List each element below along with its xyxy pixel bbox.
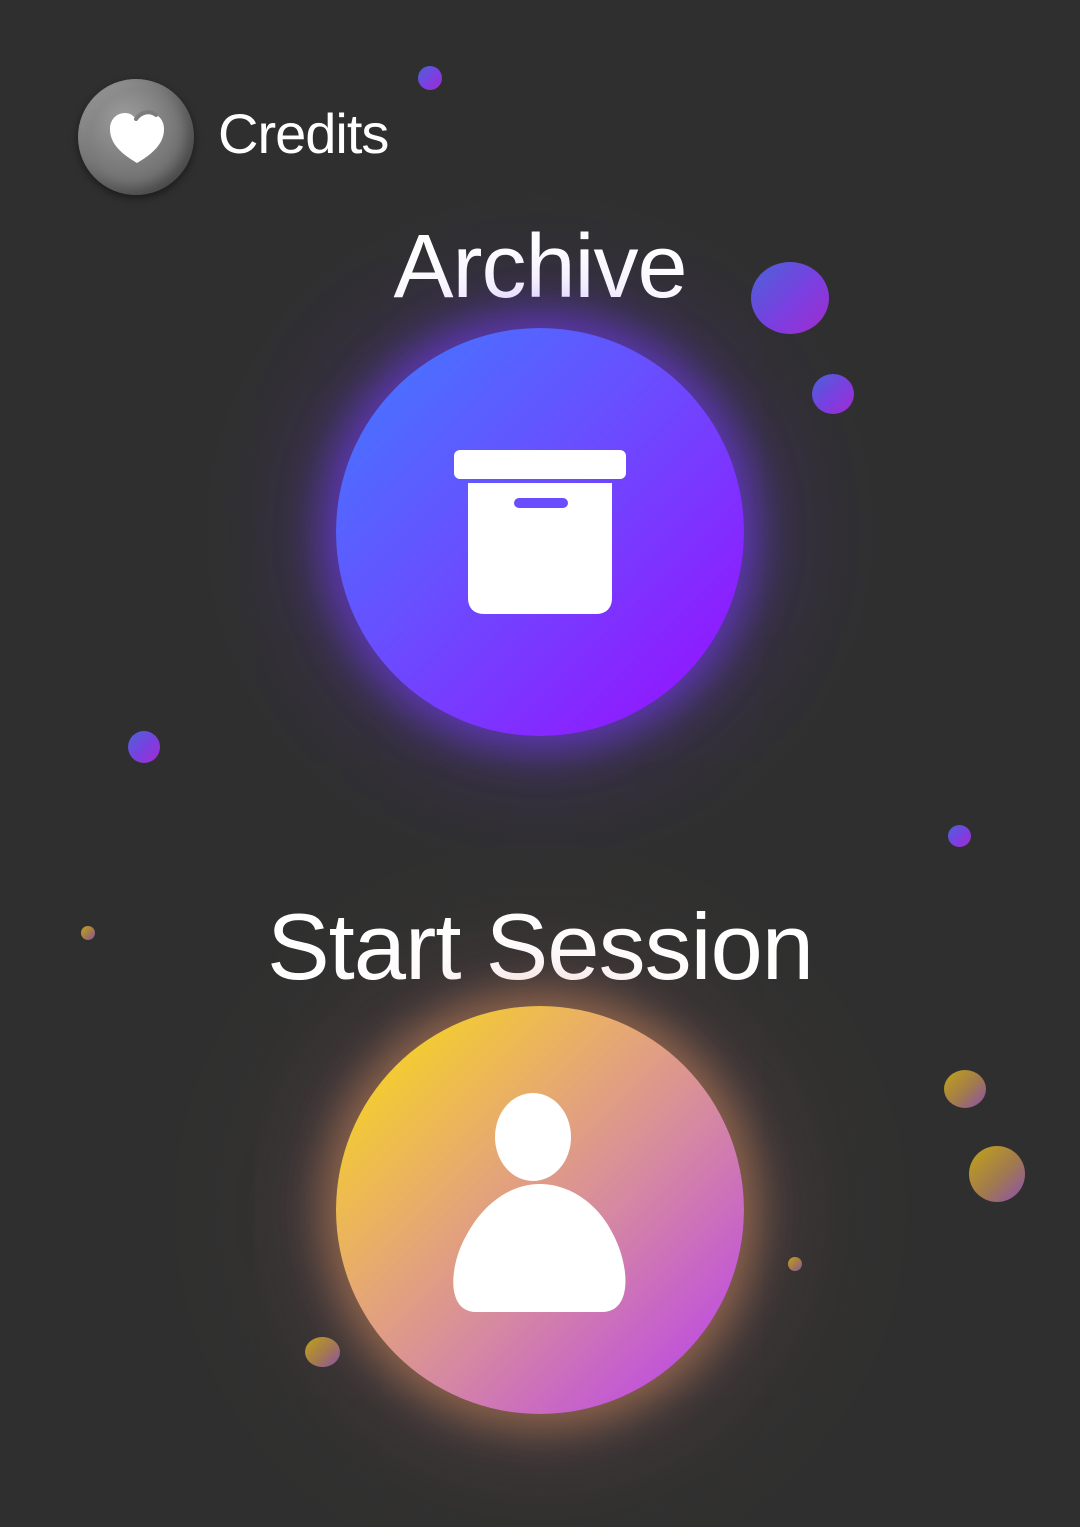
credits-button[interactable]: Credits — [78, 79, 389, 195]
decor-bubble — [788, 1257, 802, 1271]
archive-button[interactable] — [336, 328, 744, 736]
decor-bubble — [812, 374, 854, 414]
decor-bubble — [944, 1070, 986, 1108]
credits-coin — [78, 79, 194, 195]
decor-bubble — [128, 731, 160, 763]
credits-label: Credits — [218, 102, 389, 165]
decor-bubble — [418, 66, 442, 90]
decor-bubble — [969, 1146, 1025, 1202]
decor-bubble — [305, 1337, 340, 1367]
session-title: Start Session — [266, 894, 814, 999]
user-icon — [453, 1093, 626, 1312]
start-session-button[interactable] — [336, 1006, 744, 1414]
decor-bubble — [948, 825, 971, 847]
archive-box-icon — [454, 450, 626, 614]
heart-icon — [110, 110, 164, 163]
archive-title: Archive — [393, 217, 687, 317]
